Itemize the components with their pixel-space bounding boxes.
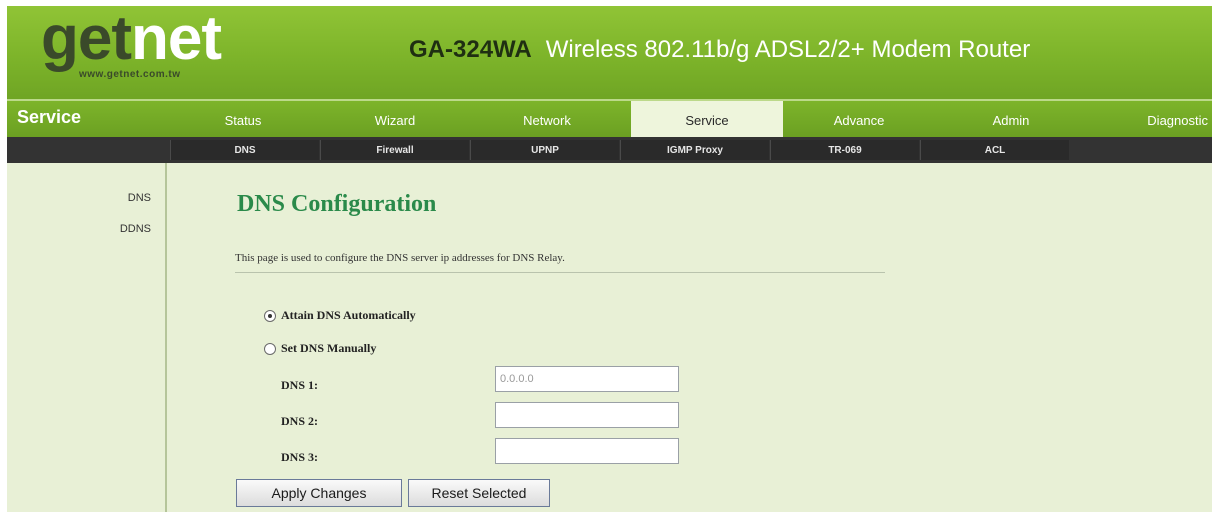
model-title: GA-324WA Wireless 802.11b/g ADSL2/2+ Mode… — [409, 36, 1030, 64]
page-title: DNS Configuration — [237, 191, 437, 217]
tab-admin[interactable]: Admin — [935, 101, 1087, 139]
section-title: Service — [17, 107, 82, 127]
subtab-igmp-proxy[interactable]: IGMP Proxy — [620, 140, 769, 160]
dns1-label: DNS 1: — [281, 378, 319, 392]
dns3-label: DNS 3: — [281, 450, 319, 464]
tab-diagnostic[interactable]: Diagnostic — [1087, 101, 1212, 139]
dns3-field[interactable] — [495, 438, 679, 464]
main-nav: Service Status Wizard Network Service Ad… — [7, 99, 1212, 139]
sidebar: DNS DDNS — [7, 163, 167, 512]
router-admin-page: getnet www.getnet.com.tw GA-324WA Wireles… — [7, 6, 1212, 512]
tab-status[interactable]: Status — [167, 101, 319, 139]
model-code: GA-324WA — [409, 36, 532, 63]
main-content: DNS Configuration This page is used to c… — [167, 163, 1212, 512]
dns1-field[interactable] — [495, 366, 679, 392]
subtab-acl[interactable]: ACL — [920, 140, 1069, 160]
reset-selected-button[interactable]: Reset Selected — [408, 479, 550, 507]
radio-attain-dns-auto[interactable] — [264, 309, 276, 322]
dns2-label: DNS 2: — [281, 414, 319, 428]
radio-set-dns-manually[interactable] — [264, 342, 276, 355]
getnet-logo: getnet www.getnet.com.tw — [41, 8, 241, 88]
tab-wizard[interactable]: Wizard — [319, 101, 471, 139]
subtab-tr069[interactable]: TR-069 — [770, 140, 919, 160]
sidebar-item-dns[interactable]: DNS — [128, 192, 151, 204]
logo-net: net — [131, 6, 222, 73]
radio-set-dns-manually-label: Set DNS Manually — [281, 341, 377, 355]
apply-changes-button[interactable]: Apply Changes — [236, 479, 402, 507]
tab-network[interactable]: Network — [471, 101, 623, 139]
divider — [235, 272, 885, 273]
subtab-upnp[interactable]: UPNP — [470, 140, 619, 160]
model-description: Wireless 802.11b/g ADSL2/2+ Modem Router — [545, 36, 1031, 63]
subtab-dns[interactable]: DNS — [170, 140, 319, 160]
sidebar-item-ddns[interactable]: DDNS — [120, 223, 151, 235]
sub-nav: DNS Firewall UPNP IGMP Proxy TR-069 ACL — [7, 137, 1212, 163]
radio-row-auto[interactable]: Attain DNS Automatically — [264, 308, 416, 323]
radio-row-manual[interactable]: Set DNS Manually — [264, 341, 376, 356]
subtab-firewall[interactable]: Firewall — [320, 140, 469, 160]
page-description: This page is used to configure the DNS s… — [235, 252, 565, 264]
tab-service[interactable]: Service — [631, 101, 783, 139]
logo-url: www.getnet.com.tw — [79, 69, 181, 80]
tab-advance[interactable]: Advance — [783, 101, 935, 139]
radio-attain-dns-auto-label: Attain DNS Automatically — [281, 308, 416, 322]
dns2-field[interactable] — [495, 402, 679, 428]
header-banner: getnet www.getnet.com.tw GA-324WA Wireles… — [7, 6, 1212, 99]
logo-get: get — [41, 6, 132, 73]
